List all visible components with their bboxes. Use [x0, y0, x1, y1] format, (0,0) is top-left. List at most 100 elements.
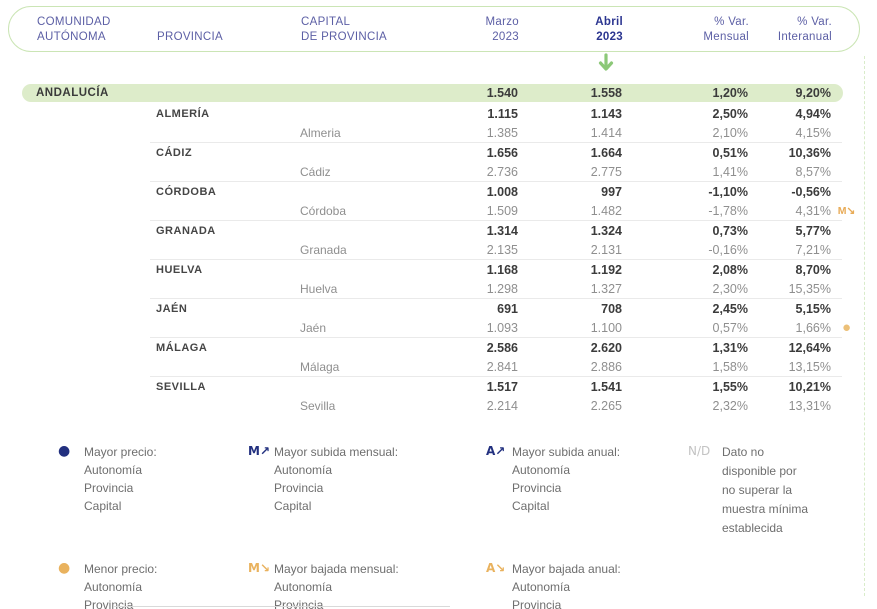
capital-name: Almeria	[298, 126, 440, 140]
table-body: ALMERÍA 1.115 1.143 2,50% 4,94% Almeria …	[22, 104, 862, 415]
capital-marzo: 2.841	[440, 360, 518, 374]
province-var-interanual: 12,64%	[748, 341, 831, 355]
legend-item-nd-note: N/D Dato no disponible por no superar la…	[688, 443, 808, 538]
province-var-mensual: 0,51%	[622, 146, 748, 160]
min-price-dot-icon: ●	[831, 320, 862, 335]
province-var-mensual: 2,50%	[622, 107, 748, 121]
capital-abril: 1.327	[518, 282, 622, 296]
legend: ● Mayor precio: Autonomía Provincia Capi…	[58, 443, 808, 609]
capital-var-interanual: 4,31%	[748, 204, 831, 218]
april-arrow-icon	[597, 53, 615, 77]
region-var-interanual: 9,20%	[748, 86, 831, 100]
capital-var-mensual: 1,58%	[622, 360, 748, 374]
province-name: HUELVA	[150, 264, 298, 276]
province-marzo: 1.656	[440, 146, 518, 160]
province-var-interanual: 4,94%	[748, 107, 831, 121]
max-monthly-drop-icon: M↘	[248, 560, 274, 577]
province-group-jaen: JAÉN 691 708 2,45% 5,15% Jaén 1.093 1.10…	[22, 298, 862, 337]
col-var-interanual: % Var. Interanual	[749, 15, 832, 45]
legend-item-menor-precio: ● Menor precio: Autonomía Provincia Capi…	[58, 560, 248, 609]
province-var-interanual: -0,56%	[748, 185, 831, 199]
region-abril: 1.558	[518, 86, 622, 100]
capital-var-mensual: -0,16%	[622, 243, 748, 257]
province-var-mensual: 0,73%	[622, 224, 748, 238]
legend-title: Mayor precio:	[84, 443, 157, 461]
region-name: ANDALUCÍA	[22, 87, 150, 99]
province-group-malaga: MÁLAGA 2.586 2.620 1,31% 12,64% Málaga 2…	[22, 337, 862, 376]
capital-name: Granada	[298, 243, 440, 257]
col-var-mensual: % Var. Mensual	[623, 15, 749, 45]
region-marzo: 1.540	[440, 86, 518, 100]
capital-abril: 1.482	[518, 204, 622, 218]
max-annual-rise-icon: A↗	[486, 443, 512, 460]
province-var-mensual: 2,45%	[622, 302, 748, 316]
col-capital-de-provincia: CAPITAL DE PROVINCIA	[299, 15, 441, 45]
capital-var-interanual: 8,57%	[748, 165, 831, 179]
max-monthly-drop-icon: M↘	[831, 205, 862, 217]
min-price-dot-icon: ●	[58, 560, 84, 577]
capital-abril: 2.775	[518, 165, 622, 179]
province-group-almeria: ALMERÍA 1.115 1.143 2,50% 4,94% Almeria …	[22, 104, 862, 142]
region-row: ANDALUCÍA 1.540 1.558 1,20% 9,20%	[22, 84, 843, 102]
province-abril: 1.664	[518, 146, 622, 160]
province-var-mensual: 1,31%	[622, 341, 748, 355]
capital-var-mensual: 2,30%	[622, 282, 748, 296]
capital-var-mensual: 2,32%	[622, 399, 748, 413]
max-annual-drop-icon: A↘	[486, 560, 512, 577]
province-marzo: 2.586	[440, 341, 518, 355]
capital-var-interanual: 1,66%	[748, 321, 831, 335]
capital-abril: 2.131	[518, 243, 622, 257]
legend-title: Mayor subida anual:	[512, 443, 620, 461]
nd-label: N/D	[688, 443, 722, 460]
province-abril: 1.324	[518, 224, 622, 238]
province-marzo: 1.168	[440, 263, 518, 277]
province-marzo: 1.517	[440, 380, 518, 394]
legend-title: Mayor bajada anual:	[512, 560, 621, 578]
legend-title: Mayor bajada mensual:	[274, 560, 399, 578]
province-var-interanual: 5,77%	[748, 224, 831, 238]
province-var-mensual: 2,08%	[622, 263, 748, 277]
capital-var-interanual: 13,15%	[748, 360, 831, 374]
province-group-cadiz: CÁDIZ 1.656 1.664 0,51% 10,36% Cádiz 2.7…	[22, 142, 862, 181]
legend-item-mayor-bajada-anual: A↘ Mayor bajada anual: Autonomía Provinc…	[486, 560, 688, 609]
table-header: COMUNIDAD AUTÓNOMA PROVINCIA CAPITAL DE …	[8, 6, 860, 52]
province-marzo: 1.314	[440, 224, 518, 238]
capital-marzo: 1.385	[440, 126, 518, 140]
legend-item-mayor-bajada-mensual: M↘ Mayor bajada mensual: Autonomía Provi…	[248, 560, 486, 609]
rent-price-table-page: COMUNIDAD AUTÓNOMA PROVINCIA CAPITAL DE …	[0, 0, 877, 609]
legend-item-mayor-precio: ● Mayor precio: Autonomía Provincia Capi…	[58, 443, 248, 538]
province-abril: 2.620	[518, 341, 622, 355]
legend-item-mayor-subida-anual: A↗ Mayor subida anual: Autonomía Provinc…	[486, 443, 688, 538]
capital-marzo: 1.298	[440, 282, 518, 296]
province-marzo: 1.115	[440, 107, 518, 121]
province-marzo: 691	[440, 302, 518, 316]
province-group-granada: GRANADA 1.314 1.324 0,73% 5,77% Granada …	[22, 220, 862, 259]
capital-name: Córdoba	[298, 204, 440, 218]
col-provincia: PROVINCIA	[151, 15, 299, 45]
capital-var-mensual: 0,57%	[622, 321, 748, 335]
col-abril-2023: Abril 2023	[519, 15, 623, 45]
capital-abril: 2.886	[518, 360, 622, 374]
capital-marzo: 1.509	[440, 204, 518, 218]
capital-marzo: 1.093	[440, 321, 518, 335]
province-name: CÓRDOBA	[150, 186, 298, 198]
province-name: CÁDIZ	[150, 147, 298, 159]
capital-marzo: 2.135	[440, 243, 518, 257]
capital-marzo: 2.214	[440, 399, 518, 413]
province-var-mensual: 1,55%	[622, 380, 748, 394]
province-var-interanual: 10,36%	[748, 146, 831, 160]
max-monthly-rise-icon: M↗	[248, 443, 274, 460]
province-var-interanual: 5,15%	[748, 302, 831, 316]
province-group-cordoba: CÓRDOBA 1.008 997 -1,10% -0,56% Córdoba …	[22, 181, 862, 220]
col-comunidad-autonoma: COMUNIDAD AUTÓNOMA	[23, 15, 151, 45]
capital-marzo: 2.736	[440, 165, 518, 179]
province-group-sevilla: SEVILLA 1.517 1.541 1,55% 10,21% Sevilla…	[22, 376, 862, 415]
region-var-mensual: 1,20%	[622, 86, 748, 100]
capital-var-interanual: 15,35%	[748, 282, 831, 296]
province-var-interanual: 8,70%	[748, 263, 831, 277]
capital-abril: 2.265	[518, 399, 622, 413]
capital-var-interanual: 13,31%	[748, 399, 831, 413]
capital-var-mensual: 1,41%	[622, 165, 748, 179]
province-var-mensual: -1,10%	[622, 185, 748, 199]
province-name: ALMERÍA	[150, 108, 298, 120]
